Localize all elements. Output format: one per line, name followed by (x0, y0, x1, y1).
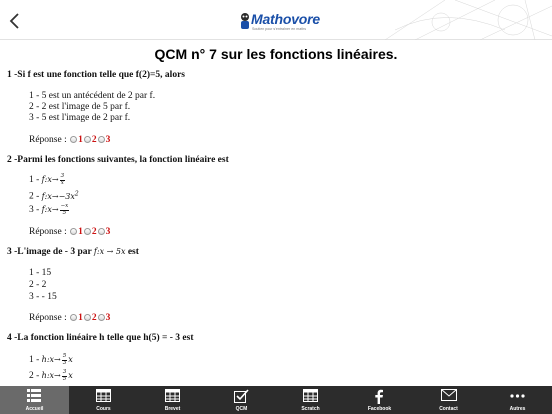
tab-label: Facebook (367, 406, 392, 412)
question-3-option-2: 2 - 2 (29, 280, 47, 290)
table-icon (303, 389, 318, 402)
radio-number-3: 3 (105, 227, 111, 237)
radio-number-2: 2 (91, 135, 97, 145)
tab-cours[interactable]: Cours (69, 386, 138, 414)
reponse-label: Réponse : (29, 313, 67, 323)
question-3-title: 3 -L'image de - 3 par f:x → 5x est (7, 247, 139, 257)
tab-contact[interactable]: Contact (414, 386, 483, 414)
question-3-radio-1[interactable] (70, 313, 78, 321)
math-expression: f:x→ −x 5 (41, 203, 70, 216)
question-3-radio-3[interactable] (97, 313, 105, 321)
question-1-radio-1[interactable] (70, 135, 78, 143)
question-3-title-end: est (127, 247, 139, 257)
question-2-radio-3[interactable] (97, 227, 105, 235)
tab-label: QCM (235, 406, 248, 412)
question-4-title: 4 -La fonction linéaire h telle que h(5)… (7, 333, 194, 343)
tab-label: Brevet (164, 406, 181, 412)
question-3-radio-2[interactable] (83, 313, 91, 321)
page-title: QCM n° 7 sur les fonctions linéaires. (154, 46, 398, 62)
tab-label: Cours (96, 406, 111, 412)
question-2-option-2: 2 - f:x→−3x2 (29, 190, 79, 202)
app-header: Mathovore Soutien pour s'entraîner en ma… (0, 0, 552, 40)
question-4-option-1: 1 - h:x→ 5 3 x (29, 353, 73, 366)
question-2-radio-1[interactable] (70, 227, 78, 235)
home-grid-icon (27, 389, 41, 402)
tab-brevet[interactable]: Brevet (138, 386, 207, 414)
mail-icon (441, 389, 457, 401)
question-1-answer-row: Réponse : 123 (29, 135, 110, 145)
radio-number-1: 1 (78, 227, 83, 237)
question-1-option-2: 2 - 2 est l'image de 5 par f. (29, 102, 131, 112)
option-prefix: 2 - (29, 191, 40, 202)
logo-text: Mathovore (251, 11, 320, 27)
question-3-option-3: 3 - - 15 (29, 292, 57, 302)
radio-number-2: 2 (91, 227, 97, 237)
math-expression: f:x → 5x (93, 247, 126, 256)
question-2-answer-row: Réponse : 123 (29, 227, 110, 237)
option-prefix: 1 - (29, 175, 40, 185)
question-1-radio-2[interactable] (83, 135, 91, 143)
question-2-title: 2 -Parmi les fonctions suivantes, la fon… (7, 155, 229, 165)
tab-facebook[interactable]: Facebook (345, 386, 414, 414)
tab-label: Accueil (25, 406, 44, 412)
radio-number-2: 2 (91, 313, 97, 323)
more-icon (510, 394, 525, 398)
table-icon (96, 389, 111, 402)
facebook-icon (375, 389, 383, 404)
question-1-option-1: 1 - 5 est un antécédent de 2 par f. (29, 91, 156, 101)
math-expression: h:x→ 5 3 x (41, 353, 73, 366)
tab-label: Autres (509, 406, 526, 412)
tab-accueil[interactable]: Accueil (0, 386, 69, 414)
question-1-radio-3[interactable] (97, 135, 105, 143)
mascot-icon (241, 13, 249, 29)
radio-number-1: 1 (78, 313, 83, 323)
tab-label: Contact (439, 406, 458, 412)
option-prefix: 3 - (29, 205, 40, 215)
reponse-label: Réponse : (29, 227, 67, 237)
option-prefix: 1 - (29, 355, 40, 365)
question-2-option-1: 1 - f:x→ 3 x (29, 173, 66, 186)
checkbox-icon (234, 389, 249, 403)
math-expression: h:x→ 3 5 x (41, 369, 73, 382)
question-4-option-2: 2 - h:x→ 3 5 x (29, 369, 73, 382)
option-prefix: 2 - (29, 371, 40, 381)
question-3-answer-row: Réponse : 123 (29, 313, 110, 323)
radio-number-1: 1 (78, 135, 83, 145)
radio-number-3: 3 (105, 313, 111, 323)
bottom-tab-bar: Accueil Cours Brevet QCM Scratch Faceboo… (0, 386, 552, 414)
qcm-content: QCM n° 7 sur les fonctions linéaires. 1 … (0, 40, 552, 386)
question-2-option-3: 3 - f:x→ −x 5 (29, 203, 70, 216)
back-chevron-icon[interactable] (7, 12, 23, 30)
tab-scratch[interactable]: Scratch (276, 386, 345, 414)
header-geometry-decoration (385, 0, 552, 40)
logo-tagline: Soutien pour s'entraîner en maths (252, 27, 307, 31)
tab-autres[interactable]: Autres (483, 386, 552, 414)
tab-label: Scratch (301, 406, 320, 412)
question-2-radio-2[interactable] (83, 227, 91, 235)
tab-qcm[interactable]: QCM (207, 386, 276, 414)
table-icon (165, 389, 180, 402)
math-expression: f:x→−3x2 (41, 190, 79, 201)
question-3-title-text: 3 -L'image de - 3 par (7, 247, 92, 257)
radio-number-3: 3 (105, 135, 111, 145)
math-expression: f:x→ 3 x (41, 173, 66, 186)
question-3-option-1: 1 - 15 (29, 268, 52, 278)
question-1-title: 1 -Si f est une fonction telle que f(2)=… (7, 70, 185, 80)
reponse-label: Réponse : (29, 135, 67, 145)
question-1-option-3: 3 - 5 est l'image de 2 par f. (29, 113, 131, 123)
